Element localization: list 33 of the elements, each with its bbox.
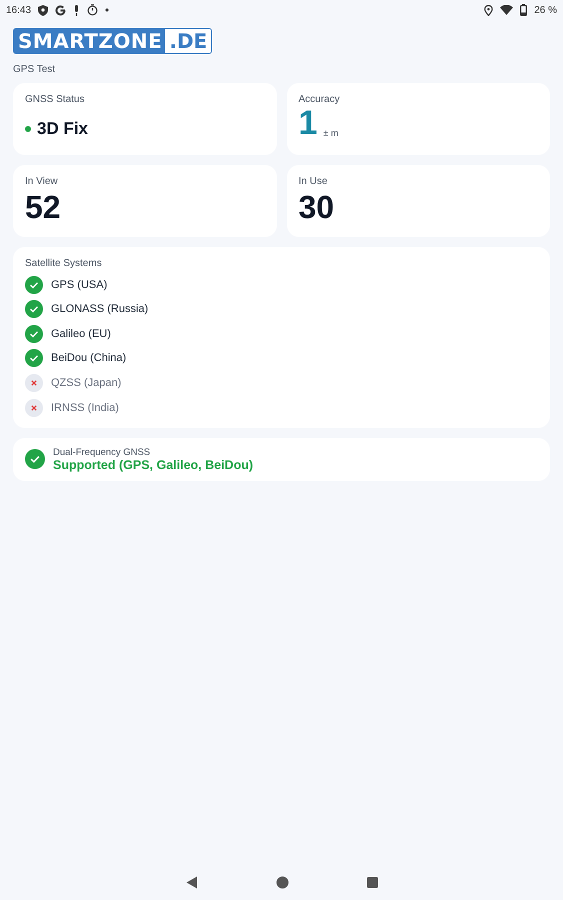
system-name: IRNSS (India)	[51, 402, 119, 414]
google-icon	[55, 4, 66, 16]
card-label: Accuracy	[298, 94, 341, 105]
accuracy-unit: ± m	[323, 128, 338, 140]
clock: 16:43	[6, 4, 32, 16]
accuracy-value: 1	[298, 105, 318, 141]
battery-icon	[520, 4, 528, 16]
dot-icon	[105, 8, 110, 12]
battery-percentage: 26 %	[534, 4, 557, 16]
system-name: GLONASS (Russia)	[51, 303, 148, 316]
stopwatch-icon	[87, 4, 98, 16]
microphone-icon	[73, 4, 80, 16]
shield-icon	[38, 4, 48, 16]
wifi-icon	[500, 5, 514, 15]
support-status: Supported (GPS, Galileo, BeiDou)	[53, 458, 254, 472]
page-title: GPS Test	[13, 64, 56, 75]
card-label: GNSS Status	[25, 94, 86, 105]
system-name: Galileo (EU)	[51, 328, 111, 340]
card-label: In View	[25, 176, 59, 187]
in-view-count: 52	[25, 189, 62, 225]
system-name: GPS (USA)	[51, 278, 108, 291]
system-name: QZSS (Japan)	[51, 376, 122, 389]
home-icon[interactable]	[276, 876, 288, 888]
card-label: In Use	[298, 176, 328, 187]
recents-icon[interactable]	[366, 876, 378, 888]
status-value: 3D Fix	[37, 119, 88, 139]
logo: SMARTZONE .DE	[13, 28, 212, 54]
card-label: Satellite Systems	[25, 258, 103, 269]
back-icon[interactable]	[186, 876, 198, 888]
location-icon	[484, 4, 494, 16]
in-use-count: 30	[298, 189, 336, 225]
system-name: BeiDou (China)	[51, 352, 126, 364]
card-label: Dual-Frequency GNSS	[53, 446, 152, 458]
